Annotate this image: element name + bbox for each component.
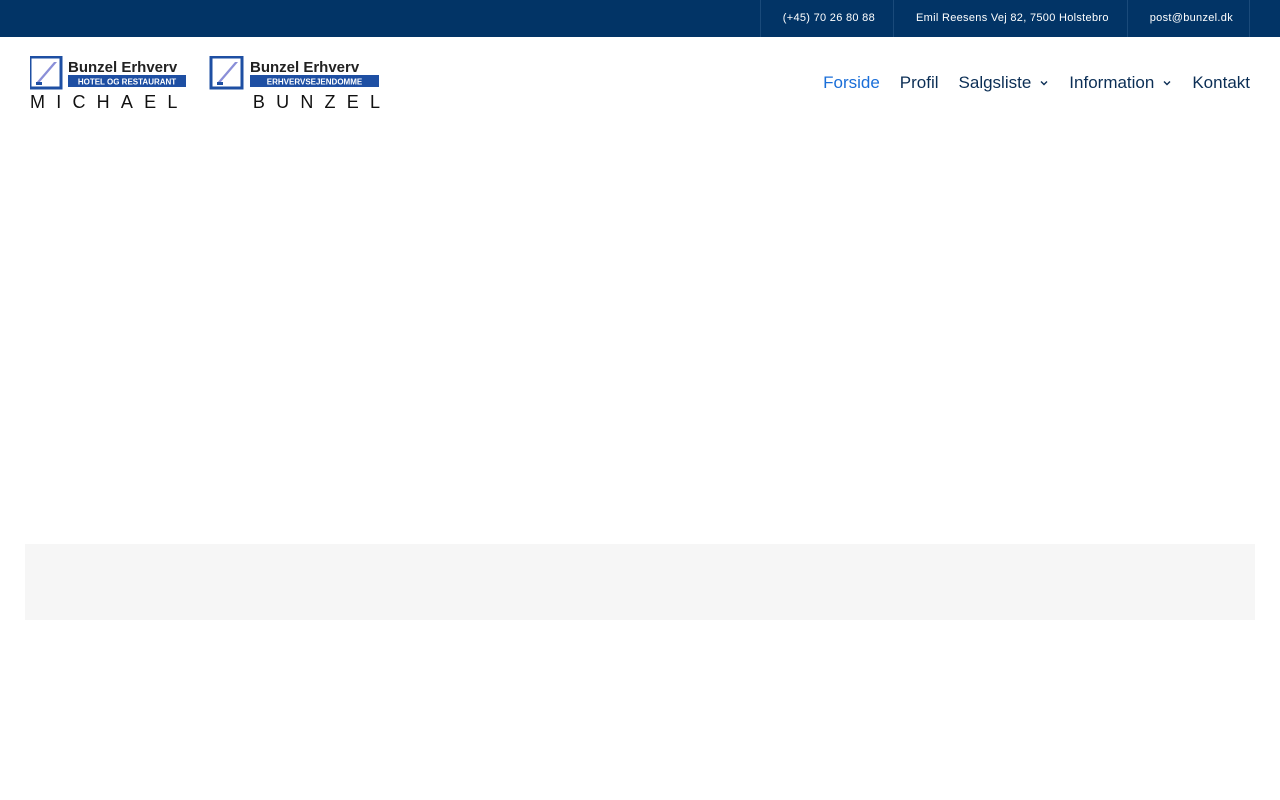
nav-item-label: Forside: [823, 73, 880, 92]
topbar-email-link[interactable]: post@bunzel.dk: [1128, 0, 1250, 37]
chevron-down-icon: [1163, 81, 1171, 86]
nav-item-label: Salgsliste: [958, 73, 1032, 92]
site-header: Bunzel Erhverv HOTEL OG RESTAURANT Bunze…: [0, 37, 1280, 130]
logo-left-title: Bunzel Erhverv: [68, 59, 178, 76]
content-placeholder-band: [25, 544, 1255, 620]
topbar-address-link[interactable]: Emil Reesens Vej 82, 7500 Holstebro: [894, 0, 1128, 37]
logo-right-subtitle: ERHVERVSEJENDOMME: [267, 78, 363, 87]
nav-item-kontakt[interactable]: Kontakt: [1192, 73, 1250, 93]
nav-item-information[interactable]: Information: [1069, 73, 1172, 93]
site-logo[interactable]: Bunzel Erhverv HOTEL OG RESTAURANT Bunze…: [30, 56, 380, 111]
main-navigation: Forside Profil Salgsliste Information Ko…: [803, 71, 1250, 95]
logo-right-title: Bunzel Erhverv: [250, 59, 360, 76]
nav-item-profil[interactable]: Profil: [900, 73, 939, 93]
nav-item-salgsliste[interactable]: Salgsliste: [959, 73, 1050, 93]
topbar-phone-link[interactable]: (+45) 70 26 80 88: [761, 0, 895, 37]
logo-graphic: Bunzel Erhverv HOTEL OG RESTAURANT Bunze…: [30, 56, 380, 111]
topbar-contact-list: (+45) 70 26 80 88 Emil Reesens Vej 82, 7…: [759, 0, 1250, 37]
chevron-down-icon: [1040, 81, 1048, 86]
logo-name: MICHAEL BUNZEL: [30, 92, 380, 111]
top-info-bar: (+45) 70 26 80 88 Emil Reesens Vej 82, 7…: [0, 0, 1280, 37]
nav-item-label: Kontakt: [1192, 73, 1250, 92]
nav-item-forside[interactable]: Forside: [823, 73, 880, 93]
nav-item-label: Information: [1069, 73, 1155, 92]
logo-left-subtitle: HOTEL OG RESTAURANT: [78, 78, 176, 87]
nav-item-label: Profil: [899, 73, 939, 92]
